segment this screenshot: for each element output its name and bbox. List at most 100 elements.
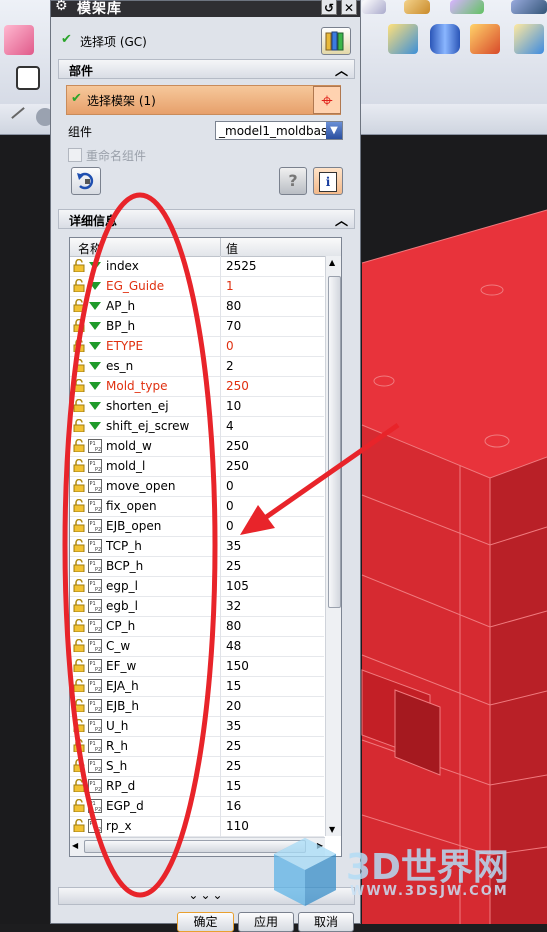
section-details-header[interactable]: 详细信息 ︿	[58, 209, 355, 229]
lock-icon[interactable]	[73, 599, 85, 612]
scroll-down-icon[interactable]: ▼	[329, 825, 335, 834]
param-value[interactable]: 35	[226, 719, 241, 733]
param-value[interactable]: 250	[226, 439, 249, 453]
line-icon[interactable]	[11, 107, 25, 119]
table-row[interactable]: P1 P2 fix_open 0	[70, 496, 324, 517]
lock-icon[interactable]	[73, 699, 85, 712]
param-value[interactable]: 80	[226, 619, 241, 633]
table-row[interactable]: P1 P2 EF_w 150	[70, 656, 324, 677]
table-row[interactable]: P1 P2 U_h 35	[70, 716, 324, 737]
param-value[interactable]: 0	[226, 499, 234, 513]
scroll-left-icon[interactable]: ◀	[72, 841, 78, 850]
param-value[interactable]: 48	[226, 639, 241, 653]
table-row[interactable]: P1 P2 mold_w 250	[70, 436, 324, 457]
lock-icon[interactable]	[73, 499, 85, 512]
help-button[interactable]: ?	[279, 167, 307, 195]
table-row[interactable]: P1 P2 CP_h 80	[70, 616, 324, 637]
chevron-down-icon[interactable]: ▼	[326, 122, 342, 139]
render-icon[interactable]	[450, 0, 484, 14]
param-value[interactable]: 80	[226, 299, 241, 313]
param-value[interactable]: 110	[226, 819, 249, 833]
table-row[interactable]: AP_h 80	[70, 296, 324, 317]
apply-button[interactable]: 应用	[238, 912, 294, 932]
lock-icon[interactable]	[73, 759, 85, 772]
crosshair-icon[interactable]: ⌖	[313, 86, 341, 114]
lock-icon[interactable]	[73, 379, 85, 392]
param-value[interactable]: 35	[226, 539, 241, 553]
lock-icon[interactable]	[73, 819, 85, 832]
chevron-up-icon[interactable]: ︿	[335, 210, 348, 229]
column-value-header[interactable]: 值	[226, 240, 238, 257]
table-row[interactable]: P1 P2 move_open 0	[70, 476, 324, 497]
param-value[interactable]: 70	[226, 319, 241, 333]
cylinder-icon[interactable]	[430, 24, 460, 54]
lock-icon[interactable]	[73, 319, 85, 332]
component-dropdown[interactable]: _model1_moldbase ▼	[215, 121, 343, 140]
lock-icon[interactable]	[73, 439, 85, 452]
close-icon[interactable]: ✕	[341, 0, 357, 15]
select-frame-field[interactable]: ✔ 选择模架 (1)	[66, 85, 341, 115]
lock-icon[interactable]	[73, 279, 85, 292]
ok-button[interactable]: 确定	[177, 912, 234, 932]
lock-icon[interactable]	[73, 479, 85, 492]
chevron-up-icon[interactable]: ︿	[335, 60, 348, 79]
scroll-thumb[interactable]	[328, 276, 341, 608]
rename-checkbox[interactable]	[68, 148, 82, 162]
table-row[interactable]: P1 P2 EJA_h 15	[70, 676, 324, 697]
lock-icon[interactable]	[73, 779, 85, 792]
sketch-icon[interactable]	[362, 0, 386, 14]
part-icon[interactable]	[4, 25, 34, 55]
param-value[interactable]: 4	[226, 419, 234, 433]
column-name-header[interactable]: 名称	[78, 240, 102, 257]
table-row[interactable]: index 2525	[70, 256, 324, 277]
param-value[interactable]: 1	[226, 279, 234, 293]
param-value[interactable]: 15	[226, 679, 241, 693]
title-bar[interactable]: ⚙ 模架库 ↺ ✕	[51, 0, 360, 17]
param-value[interactable]: 32	[226, 599, 241, 613]
lock-icon[interactable]	[73, 339, 85, 352]
param-value[interactable]: 105	[226, 579, 249, 593]
param-value[interactable]: 250	[226, 459, 249, 473]
lock-icon[interactable]	[73, 519, 85, 532]
table-row[interactable]: es_n 2	[70, 356, 324, 377]
table-row[interactable]: P1 P2 EJB_h 20	[70, 696, 324, 717]
param-value[interactable]: 2	[226, 359, 234, 373]
parameter-table[interactable]: 名称 值 index 2525 EG_Guide 1 AP_h 80 BP_h 70 ETYPE…	[69, 237, 342, 857]
box-icon[interactable]	[388, 24, 418, 54]
param-value[interactable]: 150	[226, 659, 249, 673]
info-button[interactable]: i	[313, 167, 343, 195]
lock-icon[interactable]	[73, 799, 85, 812]
section-parts-header[interactable]: 部件 ︿	[58, 59, 355, 79]
param-value[interactable]: 0	[226, 339, 234, 353]
refresh-button[interactable]	[71, 167, 101, 195]
lock-icon[interactable]	[73, 419, 85, 432]
lock-icon[interactable]	[73, 259, 85, 272]
scroll-up-icon[interactable]: ▲	[329, 258, 335, 267]
param-value[interactable]: 25	[226, 739, 241, 753]
param-value[interactable]: 10	[226, 399, 241, 413]
param-value[interactable]: 250	[226, 379, 249, 393]
table-row[interactable]: shift_ej_screw 4	[70, 416, 324, 437]
lock-icon[interactable]	[73, 559, 85, 572]
cancel-button[interactable]: 取消	[298, 912, 354, 932]
view-icon[interactable]	[511, 0, 547, 14]
param-value[interactable]: 25	[226, 759, 241, 773]
lock-icon[interactable]	[73, 359, 85, 372]
assembly-icon[interactable]	[514, 24, 544, 54]
lock-icon[interactable]	[73, 619, 85, 632]
table-row[interactable]: P1 P2 mold_l 250	[70, 456, 324, 477]
table-row[interactable]: ETYPE 0	[70, 336, 324, 357]
param-value[interactable]: 0	[226, 519, 234, 533]
table-row[interactable]: P1 P2 RP_d 15	[70, 776, 324, 797]
table-row[interactable]: BP_h 70	[70, 316, 324, 337]
table-row[interactable]: P1 P2 egp_l 105	[70, 576, 324, 597]
pocket-icon[interactable]	[470, 24, 500, 54]
table-row[interactable]: Mold_type 250	[70, 376, 324, 397]
table-row[interactable]: shorten_ej 10	[70, 396, 324, 417]
library-icon[interactable]	[321, 27, 351, 55]
lock-icon[interactable]	[73, 679, 85, 692]
lock-icon[interactable]	[73, 719, 85, 732]
vertical-scrollbar[interactable]: ▲ ▼	[325, 256, 341, 836]
lock-icon[interactable]	[73, 639, 85, 652]
gear-icon[interactable]: ⚙	[55, 0, 68, 14]
